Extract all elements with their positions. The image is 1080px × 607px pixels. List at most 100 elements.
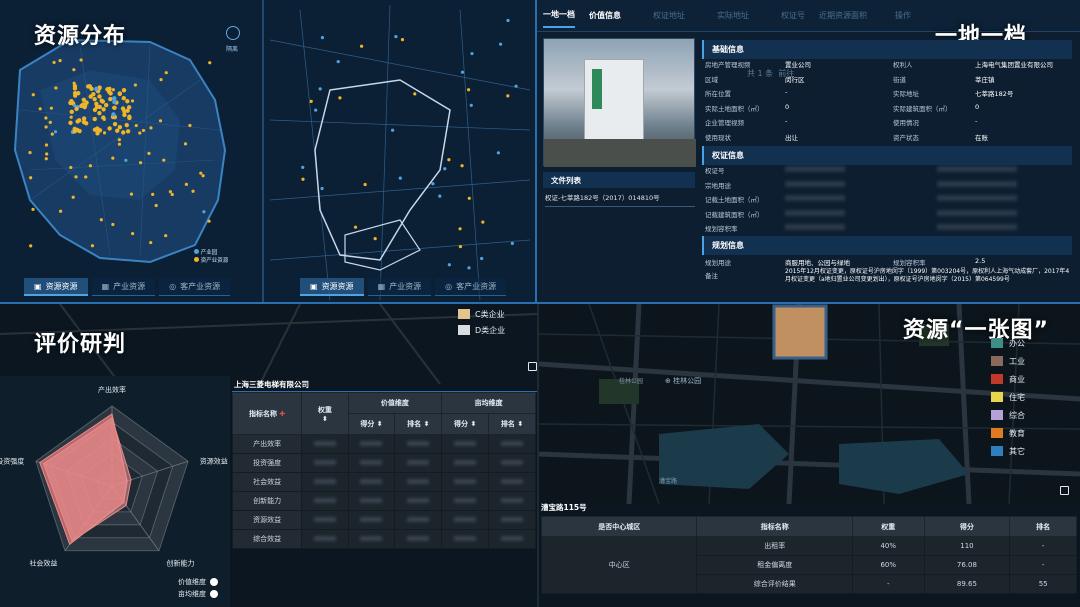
resource-point[interactable] [336, 59, 340, 64]
col-score[interactable]: 得分 ⬍ [441, 413, 490, 435]
resource-point[interactable] [58, 58, 62, 63]
resource-point[interactable] [49, 106, 54, 110]
table-row[interactable]: 中心区 出租率 40% 110- [540, 536, 1077, 594]
resource-point[interactable] [72, 86, 78, 91]
resource-point[interactable] [183, 142, 188, 146]
legend-item[interactable]: 商业 [991, 370, 1025, 388]
resource-point[interactable] [141, 128, 146, 133]
resource-point[interactable] [413, 92, 417, 96]
sort-icon[interactable]: ⬍ [424, 420, 430, 428]
resource-point[interactable] [154, 203, 158, 208]
resource-point[interactable] [125, 129, 131, 134]
resource-point[interactable] [121, 88, 127, 93]
resource-point[interactable] [31, 207, 35, 211]
resource-point[interactable] [506, 18, 510, 23]
col-rank[interactable]: 排名 ⬍ [488, 413, 536, 435]
resource-point[interactable] [359, 44, 364, 48]
resource-point[interactable] [68, 120, 73, 126]
tab-one-land-one-file[interactable]: 一地一档 [543, 3, 575, 28]
legend-item[interactable]: 教育 [991, 424, 1025, 442]
resource-point[interactable] [69, 115, 73, 119]
resource-point[interactable] [72, 93, 78, 98]
table-row[interactable]: 投资强度 [231, 453, 536, 473]
resource-point[interactable] [164, 234, 168, 238]
tab-industry[interactable]: ▦ 产业资源 [367, 278, 432, 296]
resource-point[interactable] [309, 99, 313, 103]
resource-point[interactable] [111, 88, 115, 92]
resource-point[interactable] [108, 91, 113, 96]
resource-point[interactable] [170, 192, 174, 197]
resource-point[interactable] [112, 99, 117, 105]
resource-point[interactable] [97, 94, 102, 99]
resource-point[interactable] [467, 88, 471, 92]
resource-point[interactable] [496, 151, 500, 155]
plus-icon[interactable]: ✚ [279, 410, 285, 418]
col-weight[interactable]: 权重 ⬍ [301, 392, 349, 435]
resource-point[interactable] [44, 157, 48, 161]
resource-point[interactable] [75, 119, 80, 124]
sort-icon[interactable]: ⬍ [470, 420, 476, 428]
resource-point[interactable] [28, 150, 32, 155]
resource-point[interactable] [111, 222, 115, 227]
resource-point[interactable] [164, 71, 168, 75]
resource-point[interactable] [162, 158, 166, 162]
resource-point[interactable] [54, 86, 58, 90]
resource-point[interactable] [92, 127, 98, 132]
resource-point[interactable] [506, 94, 510, 98]
resource-point[interactable] [320, 36, 325, 40]
resource-point[interactable] [29, 176, 33, 180]
resource-point[interactable] [318, 87, 322, 91]
resource-point[interactable] [88, 164, 93, 168]
resource-point[interactable] [84, 104, 88, 108]
resource-point[interactable] [94, 86, 99, 91]
resource-point[interactable] [159, 78, 163, 82]
legend-dot-icon[interactable] [210, 578, 218, 586]
resource-point[interactable] [199, 171, 203, 175]
resource-point[interactable] [467, 266, 471, 270]
legend-dot-icon[interactable] [210, 590, 218, 598]
resource-point[interactable] [99, 218, 103, 222]
resource-point[interactable] [44, 143, 49, 147]
resource-point[interactable] [431, 182, 435, 186]
resource-point[interactable] [514, 84, 518, 88]
resource-point[interactable] [112, 106, 116, 110]
resource-point[interactable] [125, 108, 130, 113]
resource-point[interactable] [338, 96, 342, 100]
resource-point[interactable] [510, 241, 514, 245]
resource-point[interactable] [69, 165, 73, 170]
resource-point[interactable] [151, 192, 155, 196]
resource-point[interactable] [438, 194, 442, 198]
resource-point[interactable] [138, 131, 142, 135]
table-row[interactable]: 社会效益 [231, 472, 536, 492]
resource-point[interactable] [121, 130, 126, 135]
resource-point[interactable] [443, 167, 447, 171]
expand-icon[interactable] [528, 362, 537, 371]
resource-point[interactable] [74, 175, 78, 179]
resource-point[interactable] [460, 164, 464, 168]
legend-item[interactable]: 其它 [991, 442, 1025, 460]
resource-point[interactable] [481, 220, 485, 224]
resource-point[interactable] [90, 244, 95, 248]
resource-point[interactable] [79, 58, 83, 62]
table-row[interactable]: 综合效益 [231, 529, 536, 549]
tab-resource[interactable]: ▣ 资源资源 [300, 278, 364, 296]
resource-point[interactable] [95, 131, 100, 136]
resource-point[interactable] [92, 107, 98, 113]
resource-point[interactable] [59, 209, 63, 213]
resource-point[interactable] [469, 103, 473, 107]
resource-point[interactable] [184, 182, 188, 186]
resource-point[interactable] [29, 244, 33, 248]
resource-point[interactable] [124, 122, 129, 128]
resource-point[interactable] [117, 142, 122, 146]
resource-point[interactable] [74, 106, 79, 112]
resource-point[interactable] [301, 165, 305, 169]
tab-industry[interactable]: ▦ 产业资源 [91, 278, 156, 296]
resource-point[interactable] [72, 68, 76, 72]
tab-asset[interactable]: ◎ 客产业资源 [159, 278, 231, 296]
resource-point[interactable] [111, 156, 115, 160]
resource-point[interactable] [48, 120, 52, 124]
resource-point[interactable] [149, 240, 153, 245]
resource-point[interactable] [168, 190, 173, 194]
resource-point[interactable] [301, 177, 305, 181]
resource-point[interactable] [133, 83, 137, 87]
